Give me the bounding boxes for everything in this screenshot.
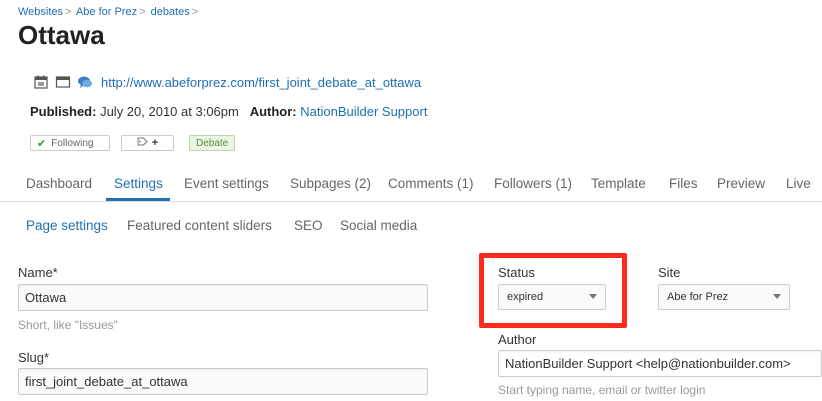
- tab-dashboard[interactable]: Dashboard: [26, 176, 92, 191]
- subtab-seo[interactable]: SEO: [294, 218, 323, 233]
- site-label: Site: [658, 265, 681, 280]
- breadcrumb-abe-for-prez[interactable]: Abe for Prez: [76, 6, 137, 18]
- tag-icon: [137, 137, 148, 149]
- tab-live[interactable]: Live: [786, 176, 811, 191]
- name-label: Name*: [18, 265, 58, 280]
- subtab-featured-content-sliders[interactable]: Featured content sliders: [127, 218, 272, 233]
- author-field-label: Author: [498, 332, 537, 347]
- following-label: Following: [51, 137, 94, 149]
- tab-comments[interactable]: Comments (1): [388, 176, 474, 191]
- subtab-social-media[interactable]: Social media: [340, 218, 417, 233]
- main-tabs: Dashboard Settings Event settings Subpag…: [0, 166, 822, 202]
- tab-settings[interactable]: Settings: [114, 176, 163, 191]
- status-highlight-box: [479, 253, 627, 328]
- published-date: July 20, 2010 at 3:06pm: [100, 104, 239, 119]
- name-input[interactable]: [18, 284, 428, 311]
- chevron-down-icon: [773, 294, 781, 299]
- author-label: Author:: [249, 104, 297, 119]
- published-info: Published: July 20, 2010 at 3:06pm Autho…: [30, 104, 427, 119]
- tab-files[interactable]: Files: [669, 176, 698, 191]
- add-tag-button[interactable]: +: [121, 135, 174, 151]
- breadcrumb-debates[interactable]: debates: [151, 6, 190, 18]
- following-button[interactable]: ✔ Following: [30, 135, 110, 151]
- slug-input[interactable]: [18, 368, 428, 395]
- tag-row: ✔ Following + Debate: [30, 135, 236, 151]
- page-meta-row: http://www.abeforprez.com/first_joint_de…: [33, 74, 421, 90]
- tab-event-settings[interactable]: Event settings: [184, 176, 269, 191]
- slug-label: Slug*: [18, 350, 50, 365]
- name-hint: Short, like "Issues": [18, 318, 118, 332]
- author-input[interactable]: [498, 350, 822, 377]
- author-hint: Start typing name, email or twitter logi…: [498, 383, 706, 397]
- breadcrumb-separator: >: [139, 6, 146, 18]
- page-title: Ottawa: [18, 20, 105, 50]
- calendar-icon[interactable]: [33, 74, 49, 90]
- plus-icon: +: [151, 137, 159, 149]
- breadcrumb-separator: >: [65, 6, 72, 18]
- page-url-link[interactable]: http://www.abeforprez.com/first_joint_de…: [101, 75, 421, 90]
- sub-tabs: Page settings Featured content sliders S…: [0, 216, 822, 236]
- tab-preview[interactable]: Preview: [717, 176, 765, 191]
- tag-debate[interactable]: Debate: [189, 135, 236, 151]
- breadcrumb-separator: >: [191, 6, 199, 18]
- check-icon: ✔: [37, 137, 47, 150]
- breadcrumb-websites[interactable]: Websites: [18, 6, 63, 18]
- subtab-page-settings[interactable]: Page settings: [26, 218, 108, 233]
- site-select[interactable]: Abe for Prez: [658, 284, 790, 310]
- published-label: Published:: [30, 104, 97, 119]
- window-icon[interactable]: [55, 74, 71, 90]
- author-link[interactable]: NationBuilder Support: [300, 104, 427, 119]
- comments-icon[interactable]: [77, 74, 93, 90]
- active-tab-indicator: [106, 198, 170, 201]
- tab-subpages[interactable]: Subpages (2): [290, 176, 371, 191]
- site-selected-value: Abe for Prez: [667, 291, 729, 303]
- breadcrumb: Websites > Abe for Prez > debates >: [18, 6, 200, 18]
- tab-followers[interactable]: Followers (1): [494, 176, 572, 191]
- tab-template[interactable]: Template: [591, 176, 646, 191]
